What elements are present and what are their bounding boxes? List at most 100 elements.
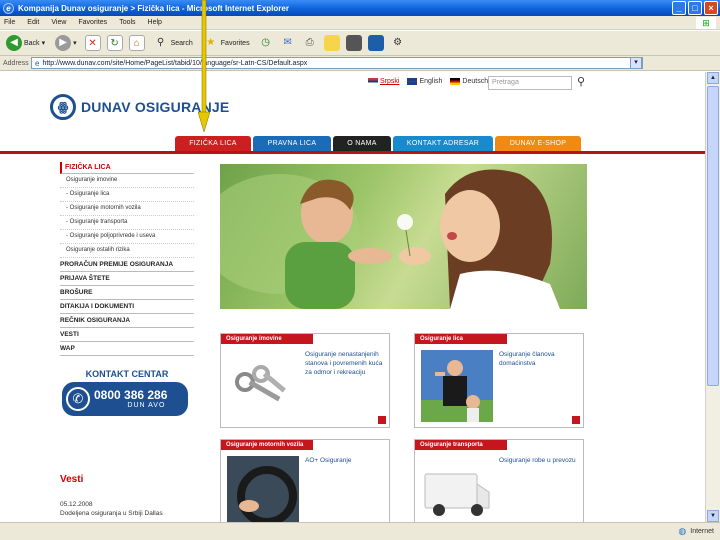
chevron-down-icon[interactable]: ▾	[42, 39, 46, 47]
edit-icon[interactable]	[345, 35, 362, 51]
search-label: Search	[170, 39, 193, 47]
card-heading: Osiguranje lica	[415, 334, 507, 344]
menu-tools[interactable]: Tools	[119, 19, 135, 26]
card-transport[interactable]: Osiguranje transporta Osiguranje robe u …	[414, 439, 584, 522]
menu-edit[interactable]: Edit	[27, 19, 39, 26]
card-imovina[interactable]: Osiguranje imovine Osiguranje nenastanje…	[220, 333, 390, 428]
contact-number: 0800 386 286	[94, 388, 168, 402]
menu-bar: File Edit View Favorites Tools Help ⊞	[0, 16, 720, 30]
menu-file[interactable]: File	[4, 19, 15, 26]
lang-serbian-label: Srpski	[380, 78, 400, 85]
menu-view[interactable]: View	[51, 19, 66, 26]
scroll-up-icon[interactable]: ▲	[707, 72, 719, 84]
mail-icon[interactable]: ✉	[280, 35, 296, 51]
back-label: Back	[24, 39, 40, 47]
card-text[interactable]: Osiguranje članova domaćinstva	[499, 350, 583, 368]
card-text[interactable]: Osiguranje nenastanjenih stanova i povre…	[305, 350, 389, 377]
zone-label: Internet	[690, 528, 714, 535]
card-heading: Osiguranje motornih vozila	[221, 440, 313, 450]
research-icon[interactable]: ⚙	[390, 35, 406, 51]
uk-flag-icon	[407, 78, 418, 85]
tab-pravna-lica[interactable]: PRAVNA LICA	[253, 136, 331, 151]
sidebar-sub-item[interactable]: - Osiguranje transporta	[60, 216, 194, 230]
folder-icon[interactable]	[323, 35, 340, 51]
stop-icon[interactable]: ✕	[84, 35, 101, 51]
main-nav: FIZIČKA LICA PRAVNA LICA O NAMA KONTAKT …	[175, 136, 581, 151]
sidebar-sub-item[interactable]: - Osiguranje motornih vozila	[60, 202, 194, 216]
sidebar-item[interactable]: WAP	[60, 342, 194, 356]
home-icon[interactable]: ⌂	[128, 35, 145, 51]
sidebar-item[interactable]: PRIJAVA ŠTETE	[60, 272, 194, 286]
lang-serbian[interactable]: Srpski	[368, 78, 399, 85]
news-heading: Vesti	[60, 474, 84, 485]
window-title: Kompanija Dunav osiguranje > Fizička lic…	[18, 3, 289, 13]
card-text[interactable]: Osiguranje robe u prevozu	[499, 456, 583, 465]
address-dropdown-icon[interactable]: ▾	[630, 57, 642, 69]
close-button[interactable]: ×	[704, 1, 718, 15]
lang-english[interactable]: English	[407, 78, 442, 85]
address-label: Address	[3, 59, 29, 67]
sidebar-sub-item[interactable]: - Osiguranje lica	[60, 188, 194, 202]
sidebar-item[interactable]: VESTI	[60, 328, 194, 342]
card-heading: Osiguranje imovine	[221, 334, 313, 344]
van-image	[421, 456, 493, 522]
tab-fizicka-lica[interactable]: FIZIČKA LICA	[175, 136, 251, 151]
search-icon[interactable]: ⚲	[577, 75, 585, 88]
history-icon[interactable]: ◷	[258, 35, 274, 51]
windows-logo-icon: ⊞	[696, 17, 716, 29]
card-heading: Osiguranje transporta	[415, 440, 507, 450]
scroll-thumb[interactable]	[707, 86, 719, 386]
lang-german-label: Deutsch	[462, 78, 489, 85]
keys-image	[227, 350, 299, 422]
scroll-down-icon[interactable]: ▼	[707, 510, 719, 522]
sidebar-item[interactable]: BROŠURE	[60, 286, 194, 300]
tab-o-nama[interactable]: O NAMA	[333, 136, 391, 151]
sidebar: FIZIČKA LICA Osiguranje imovine - Osigur…	[60, 162, 194, 356]
more-arrow-icon[interactable]	[378, 416, 386, 424]
card-text[interactable]: AO+ Osiguranje	[305, 456, 389, 465]
contact-center[interactable]: KONTAKT CENTAR ✆ 0800 386 286 DUN AVO	[60, 369, 194, 416]
sidebar-item[interactable]: PRORAČUN PREMIJE OSIGURANJA	[60, 258, 194, 272]
menu-favorites[interactable]: Favorites	[78, 19, 107, 26]
language-switcher: Srpski English Deutsch	[368, 78, 488, 85]
sidebar-sub-item[interactable]: Osiguranje imovine	[60, 174, 194, 188]
serbia-flag-icon	[368, 78, 378, 85]
news-text: Dodeljena osiguranja u Srbiji Dallas	[60, 510, 163, 517]
maximize-button[interactable]: □	[688, 1, 702, 15]
sidebar-sub-item[interactable]: - Osiguranje poljoprivrede i useva	[60, 230, 194, 244]
menu-help[interactable]: Help	[148, 19, 162, 26]
favorites-label: Favorites	[220, 39, 250, 47]
sidebar-sub-item[interactable]: Osiguranje ostalih rizika	[60, 244, 194, 258]
sidebar-item[interactable]: DITAKIJA I DOKUMENTI	[60, 300, 194, 314]
back-arrow-icon: ◀	[6, 35, 22, 51]
nav-divider	[0, 151, 705, 154]
minimize-button[interactable]: _	[672, 1, 686, 15]
back-button[interactable]: ◀ Back ▾	[4, 33, 47, 53]
messenger-icon[interactable]	[367, 35, 384, 51]
contact-banner[interactable]: ✆ 0800 386 286 DUN AVO	[62, 382, 188, 416]
refresh-icon[interactable]: ↻	[106, 35, 123, 51]
annotation-arrow-icon	[198, 0, 210, 132]
address-input[interactable]: e http://www.dunav.com/site/Home/PageLis…	[31, 57, 643, 69]
magnifier-icon: ⚲	[156, 37, 165, 48]
globe-icon: ◍	[678, 526, 687, 536]
forward-button[interactable]: ▶ ▾	[53, 33, 79, 53]
address-url: http://www.dunav.com/site/Home/PageList/…	[42, 59, 308, 67]
search-button[interactable]: ⚲ Search	[151, 33, 195, 53]
dunav-logo-icon: ꙮ	[50, 94, 76, 120]
news-item[interactable]: 05.12.2008 Dodeljena osiguranja u Srbiji…	[60, 500, 163, 518]
card-motorna-vozila[interactable]: Osiguranje motornih vozila AO+ Osiguranj…	[220, 439, 390, 522]
vertical-scrollbar[interactable]: ▲ ▼	[705, 72, 720, 522]
tab-kontakt-adresar[interactable]: KONTAKT ADRESAR	[393, 136, 493, 151]
site-search-input[interactable]: Pretraga	[488, 76, 572, 90]
tab-dunav-e-shop[interactable]: DUNAV E-SHOP	[495, 136, 581, 151]
print-icon[interactable]: ⎙	[302, 35, 318, 51]
sidebar-item[interactable]: REČNIK OSIGURANJA	[60, 314, 194, 328]
card-lica[interactable]: Osiguranje lica Osiguranje članova domać…	[414, 333, 584, 428]
page-icon: e	[35, 58, 40, 68]
lang-german[interactable]: Deutsch	[450, 78, 488, 85]
chevron-down-icon[interactable]: ▾	[73, 39, 77, 47]
more-arrow-icon[interactable]	[572, 416, 580, 424]
sidebar-heading[interactable]: FIZIČKA LICA	[60, 162, 194, 174]
title-bar: e Kompanija Dunav osiguranje > Fizička l…	[0, 0, 720, 16]
